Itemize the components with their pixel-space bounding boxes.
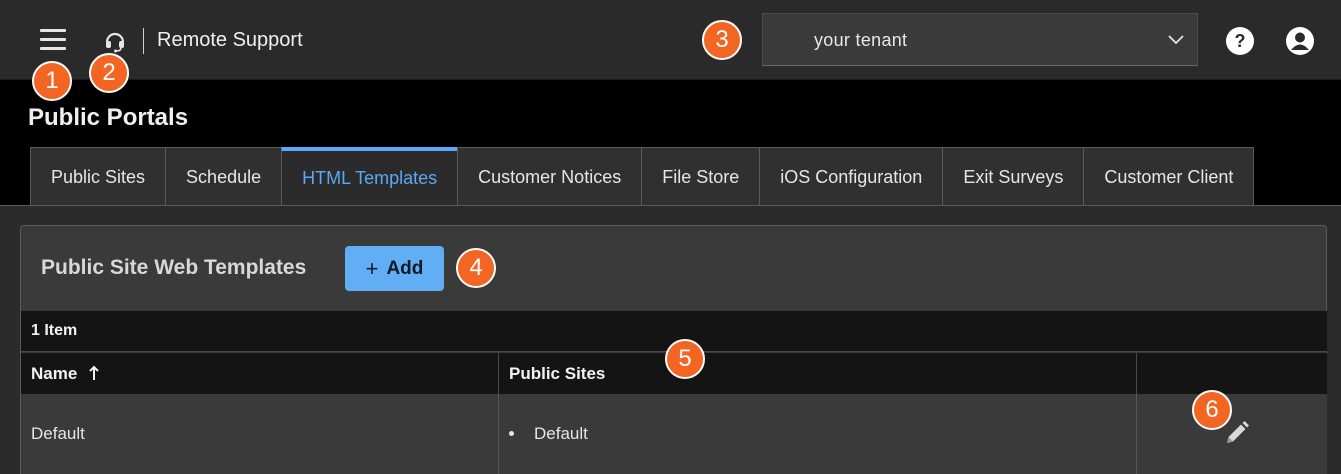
annotation-badge-4: 4 (456, 248, 496, 288)
annotation-badge-6: 6 (1192, 390, 1232, 430)
tab-ios-configuration[interactable]: iOS Configuration (759, 147, 944, 206)
plus-icon: + (365, 255, 379, 281)
tab-customer-client[interactable]: Customer Client (1083, 147, 1255, 206)
column-header-public-sites[interactable]: Public Sites (499, 353, 1137, 394)
help-circle-icon[interactable]: ? (1225, 26, 1255, 56)
add-button-label: Add (386, 257, 424, 279)
page-title: Public Portals (28, 104, 189, 131)
cell-name: Default (21, 394, 499, 474)
annotation-badge-3: 3 (702, 20, 742, 60)
tab-bar: Public Sites Schedule HTML Templates Cus… (30, 147, 1255, 206)
tab-customer-notices[interactable]: Customer Notices (457, 147, 643, 206)
column-header-name-label: Name (31, 364, 78, 383)
item-count: 1 Item (31, 322, 78, 339)
hamburger-menu-icon[interactable] (40, 29, 66, 51)
top-bar: Remote Support your tenant ? (0, 0, 1341, 80)
tab-public-sites[interactable]: Public Sites (30, 147, 167, 206)
tab-file-store[interactable]: File Store (641, 147, 761, 206)
brand-divider (143, 28, 144, 54)
tab-schedule[interactable]: Schedule (165, 147, 283, 206)
tenant-select-value: your tenant (814, 30, 908, 50)
add-button[interactable]: + Add (345, 246, 444, 291)
sort-ascending-arrow-icon (89, 365, 99, 380)
table-row: Default Default (21, 394, 1327, 474)
svg-text:?: ? (1235, 31, 1246, 51)
tab-exit-surveys[interactable]: Exit Surveys (942, 147, 1085, 206)
annotation-badge-5: 5 (665, 339, 705, 379)
public-site-item: Default (534, 424, 588, 443)
panel-title: Public Site Web Templates (41, 256, 307, 279)
list-bullet (509, 431, 514, 436)
tab-html-templates[interactable]: HTML Templates (281, 147, 459, 206)
headset-icon (105, 32, 125, 53)
cell-public-sites: Default (499, 394, 1137, 474)
column-header-name[interactable]: Name (21, 353, 499, 394)
column-header-actions (1137, 353, 1327, 394)
user-account-icon[interactable] (1285, 26, 1315, 56)
chevron-down-icon (1168, 35, 1184, 45)
app-name: Remote Support (157, 29, 303, 51)
column-header-public-sites-label: Public Sites (509, 364, 606, 383)
annotation-badge-1: 1 (32, 61, 72, 101)
annotation-badge-2: 2 (89, 53, 129, 93)
tenant-select[interactable]: your tenant (762, 13, 1198, 66)
